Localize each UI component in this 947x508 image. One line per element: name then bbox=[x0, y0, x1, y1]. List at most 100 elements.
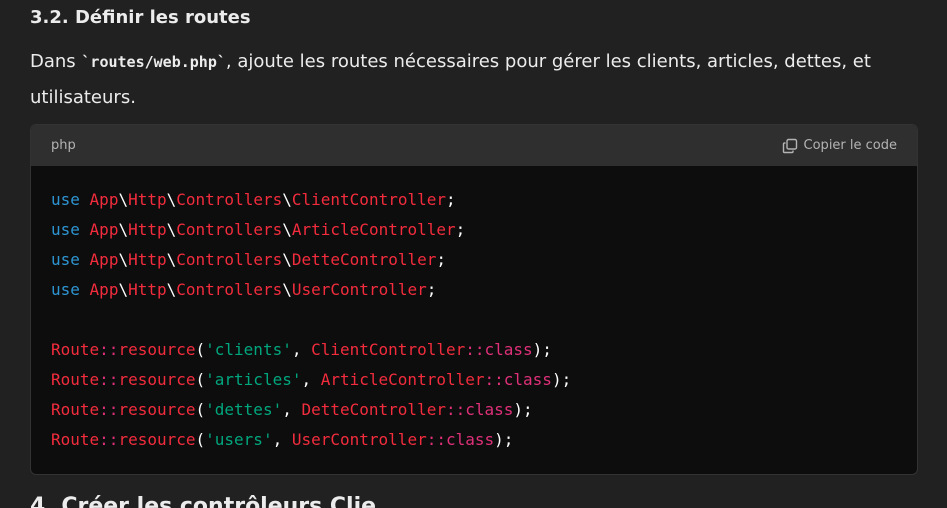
code-token: ); bbox=[513, 400, 533, 419]
code-token: UserController bbox=[291, 280, 427, 299]
code-token: Route bbox=[51, 430, 100, 449]
code-token: ArticleController bbox=[291, 220, 456, 239]
code-token: Route bbox=[51, 400, 100, 419]
code-token: \ bbox=[118, 190, 129, 209]
code-line: use App\Http\Controllers\UserController; bbox=[51, 275, 897, 305]
code-token: \ bbox=[118, 250, 129, 269]
code-token: use bbox=[51, 220, 80, 239]
code-token: Controllers bbox=[176, 190, 283, 209]
code-token: :: bbox=[465, 340, 485, 359]
code-token: App bbox=[89, 190, 119, 209]
code-token: ; bbox=[426, 280, 437, 299]
code-token: use bbox=[51, 190, 80, 209]
code-token: :: bbox=[99, 400, 119, 419]
code-token: \ bbox=[166, 220, 177, 239]
code-token: class bbox=[465, 400, 514, 419]
code-token: App bbox=[89, 280, 119, 299]
code-token: resource bbox=[118, 370, 196, 389]
code-token: class bbox=[503, 370, 552, 389]
code-token: App bbox=[89, 220, 119, 239]
code-token: DetteController bbox=[291, 250, 437, 269]
instruction-paragraph: Dans `routes/web.php`, ajoute les routes… bbox=[30, 44, 910, 116]
code-line: Route::resource('articles', ArticleContr… bbox=[51, 365, 897, 395]
code-block: php Copier le code use App\Http\Controll… bbox=[30, 124, 918, 475]
code-token: , bbox=[301, 370, 321, 389]
code-content: use App\Http\Controllers\ClientControlle… bbox=[31, 166, 917, 455]
code-token: ; bbox=[436, 250, 447, 269]
code-token: Controllers bbox=[176, 220, 283, 239]
code-token: :: bbox=[484, 370, 504, 389]
code-token: , bbox=[282, 400, 302, 419]
code-token: ; bbox=[446, 190, 456, 209]
code-block-header: php Copier le code bbox=[31, 125, 917, 166]
copy-icon bbox=[782, 138, 798, 154]
code-token: Controllers bbox=[176, 280, 283, 299]
code-line: Route::resource('clients', ClientControl… bbox=[51, 335, 897, 365]
copy-code-button[interactable]: Copier le code bbox=[782, 138, 897, 154]
code-token: :: bbox=[99, 430, 119, 449]
code-token: ); bbox=[532, 340, 552, 359]
paragraph-text-before: Dans bbox=[30, 51, 82, 72]
code-token: ClientController bbox=[291, 190, 446, 209]
code-token: 'dettes' bbox=[205, 400, 283, 419]
code-token: ); bbox=[551, 370, 572, 389]
code-token: ); bbox=[494, 430, 514, 449]
code-token: use bbox=[51, 250, 80, 269]
code-token: ( bbox=[195, 400, 206, 419]
code-token: \ bbox=[282, 220, 292, 239]
code-token: :: bbox=[99, 370, 119, 389]
code-token: \ bbox=[282, 280, 292, 299]
code-token: resource bbox=[118, 400, 196, 419]
code-token: 'clients' bbox=[205, 340, 292, 359]
code-token: \ bbox=[166, 250, 177, 269]
code-token: class bbox=[445, 430, 495, 449]
code-token: App bbox=[89, 250, 119, 269]
code-token: \ bbox=[118, 280, 129, 299]
code-token: , bbox=[291, 340, 312, 359]
code-token: ClientController bbox=[311, 340, 466, 359]
code-token: Controllers bbox=[176, 250, 283, 269]
code-token: \ bbox=[282, 190, 292, 209]
copy-code-label: Copier le code bbox=[803, 138, 897, 153]
code-token: ( bbox=[195, 370, 206, 389]
code-token: \ bbox=[282, 250, 292, 269]
code-line: Route::resource('users', UserController:… bbox=[51, 425, 897, 455]
section-heading: 3.2. Définir les routes bbox=[30, 7, 251, 28]
code-token: :: bbox=[445, 400, 466, 419]
code-token: \ bbox=[118, 220, 129, 239]
next-section-heading: 4. Créer les contrôleurs Clie bbox=[30, 494, 377, 508]
code-token: resource bbox=[118, 340, 196, 359]
code-token: resource bbox=[118, 430, 196, 449]
code-token: class bbox=[484, 340, 533, 359]
code-line: use App\Http\Controllers\ArticleControll… bbox=[51, 215, 897, 245]
code-token: :: bbox=[426, 430, 446, 449]
code-token: ( bbox=[195, 430, 206, 449]
code-token: \ bbox=[166, 190, 177, 209]
code-token: ( bbox=[195, 340, 206, 359]
code-token: 'articles' bbox=[205, 370, 302, 389]
code-token: UserController bbox=[291, 430, 427, 449]
code-token: Http bbox=[128, 280, 167, 299]
code-token: 'users' bbox=[205, 430, 273, 449]
chat-message-content: 3.2. Définir les routes Dans `routes/web… bbox=[0, 0, 947, 508]
code-token: DetteController bbox=[301, 400, 446, 419]
code-language-label: php bbox=[51, 138, 76, 153]
code-line: use App\Http\Controllers\ClientControlle… bbox=[51, 185, 897, 215]
code-token: \ bbox=[166, 280, 177, 299]
code-token: ; bbox=[455, 220, 466, 239]
code-line: Route::resource('dettes', DetteControlle… bbox=[51, 395, 897, 425]
inline-code-filename: `routes/web.php` bbox=[81, 53, 226, 71]
code-line: use App\Http\Controllers\DetteController… bbox=[51, 245, 897, 275]
code-token: use bbox=[51, 280, 80, 299]
code-token: Http bbox=[128, 190, 167, 209]
code-token: , bbox=[272, 430, 292, 449]
code-token: :: bbox=[99, 340, 119, 359]
code-token: Http bbox=[128, 220, 167, 239]
code-token: Http bbox=[128, 250, 167, 269]
code-token: ArticleController bbox=[320, 370, 485, 389]
